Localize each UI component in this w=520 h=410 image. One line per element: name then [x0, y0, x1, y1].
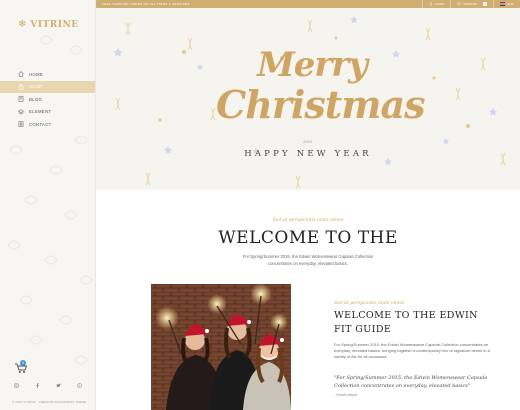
welcome-subtitle: Sed ut perspiciatis unde omnis — [272, 218, 344, 223]
login-label: LOGIN — [434, 2, 445, 6]
heart-icon — [457, 2, 462, 6]
pinterest-icon[interactable] — [76, 381, 84, 389]
logo-text: VITRINE — [30, 20, 79, 30]
nav-item-shop[interactable]: SHOP — [0, 80, 95, 93]
wishlist-label: WISHLIST — [463, 2, 478, 6]
nav-item-element[interactable]: ELEMENT — [0, 106, 95, 119]
cart-count-badge: 0 — [20, 360, 26, 366]
hero-subtitle: HAPPY NEW YEAR — [244, 149, 372, 159]
top-bar-actions: LOGIN WISHLIST ENG — [421, 0, 520, 8]
nav-item-label: SHOP — [29, 84, 43, 90]
fit-guide-quote-author: - Fonda Mayer — [334, 393, 358, 397]
contact-icon — [18, 121, 24, 127]
hero-and: AND — [303, 140, 313, 144]
layers-icon — [18, 108, 24, 115]
language-selector[interactable]: ENG — [493, 0, 520, 8]
sidebar: ❄ VITRINE HOME SHOP BLOG ELEMENT CONTACT… — [0, 0, 96, 410]
welcome-title: WELCOME TO THE — [218, 228, 398, 248]
hero-title-merry: Merry — [257, 45, 368, 85]
welcome-description: For Spring/Summer 2015, the Edwin Womens… — [242, 254, 374, 266]
promo-text: FREE SHIPPING ORDER ON ALL ITEMS & SERVI… — [102, 2, 190, 6]
nav-item-label: ELEMENT — [29, 109, 52, 115]
nav-item-contact[interactable]: CONTACT — [0, 118, 95, 131]
user-icon — [429, 2, 433, 6]
logo[interactable]: ❄ VITRINE — [18, 19, 79, 31]
party-photo — [151, 284, 291, 410]
snowflake-icon: ❄ — [18, 19, 27, 30]
flag-icon — [500, 2, 506, 6]
login-link[interactable]: LOGIN — [421, 0, 450, 8]
fit-guide-title: WELCOME TO THE EDWIN FIT GUIDE — [334, 309, 494, 337]
fit-guide-title-line1: WELCOME TO THE EDWIN — [334, 310, 478, 321]
nav-item-blog[interactable]: BLOG — [0, 93, 95, 106]
fit-guide-description: For Spring/Summer 2015, the Edwin Womens… — [334, 342, 490, 360]
nav-item-home[interactable]: HOME — [0, 68, 95, 81]
instagram-icon[interactable] — [13, 381, 21, 389]
facebook-icon[interactable] — [34, 381, 42, 389]
sidebar-pattern — [7, 35, 93, 365]
social-links — [0, 381, 95, 389]
main-nav: HOME SHOP BLOG ELEMENT CONTACT — [0, 68, 95, 131]
twitter-icon[interactable] — [55, 381, 63, 389]
copyright-text: © 2015 VITRINE · PREMIUM WORDPRESS THEME — [12, 400, 87, 404]
wishlist-link[interactable]: WISHLIST — [450, 0, 493, 8]
fit-guide-title-line2: FIT GUIDE — [334, 324, 392, 335]
bag-icon — [18, 83, 24, 90]
language-label: ENG — [507, 2, 514, 6]
compare-icon[interactable] — [483, 2, 488, 6]
book-icon — [18, 96, 24, 102]
nav-item-label: CONTACT — [29, 121, 52, 127]
top-bar: FREE SHIPPING ORDER ON ALL ITEMS & SERVI… — [96, 0, 520, 8]
fit-guide-subtitle: Sed ut perspiciatis unde omnis — [334, 301, 405, 306]
nav-item-label: BLOG — [29, 96, 43, 102]
hero-banner: Merry Christmas AND HAPPY NEW YEAR — [96, 8, 520, 190]
fit-guide-quote: "For Spring/Summer 2015, the Edwin Women… — [334, 375, 488, 389]
nav-item-label: HOME — [29, 71, 44, 77]
home-icon — [18, 71, 24, 77]
hero-title-christmas: Christmas — [216, 82, 426, 127]
